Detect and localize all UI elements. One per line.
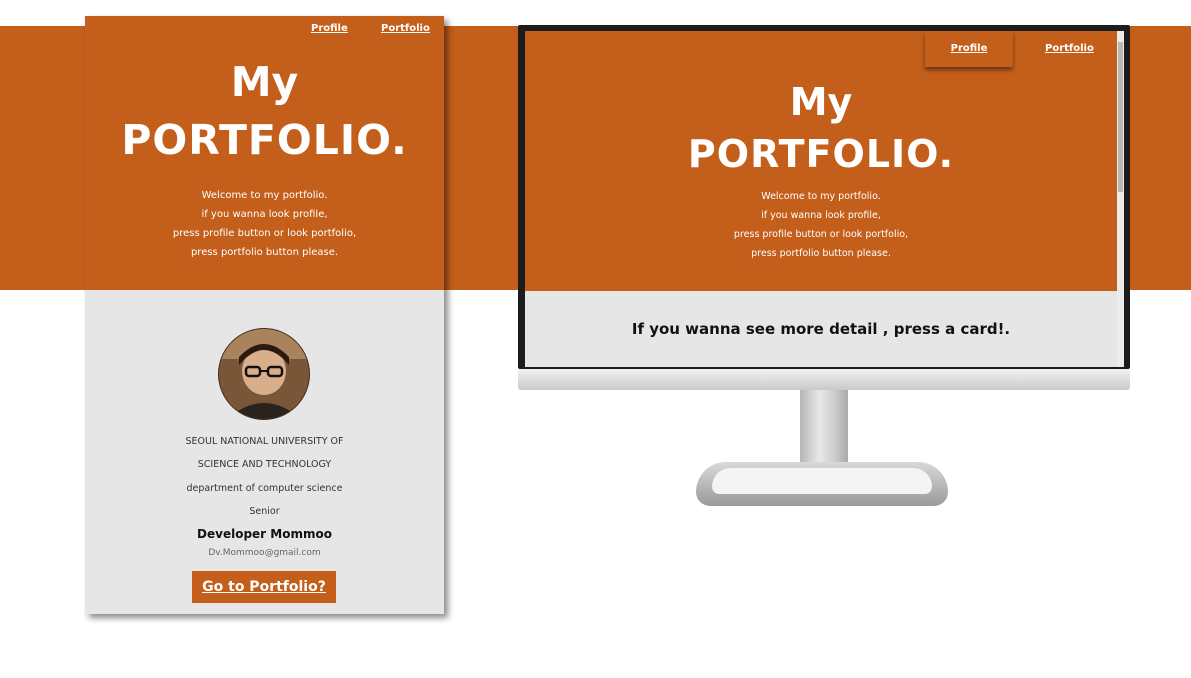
- mobile-title-my: My: [230, 58, 299, 106]
- desktop-nav-portfolio[interactable]: Portfolio: [1045, 43, 1094, 54]
- desktop-preview-screen: Profile Portfolio My PORTFOLIO. Welcome …: [525, 31, 1117, 367]
- go-to-portfolio-button[interactable]: Go to Portfolio?: [192, 571, 336, 603]
- mobile-hero: Profile Portfolio My PORTFOLIO. Welcome …: [85, 16, 444, 290]
- school-line-1: SEOUL NATIONAL UNIVERSITY OF: [185, 436, 344, 447]
- monitor-base-inner: [712, 468, 932, 494]
- school-line-2: SCIENCE AND TECHNOLOGY: [197, 459, 332, 470]
- desktop-title-my: My: [789, 80, 853, 124]
- welcome-line: press portfolio button please.: [190, 247, 339, 258]
- welcome-line: press profile button or look portfolio,: [172, 228, 357, 239]
- desktop-welcome-text: Welcome to my portfolio. if you wanna lo…: [525, 187, 1117, 263]
- mobile-nav-portfolio[interactable]: Portfolio: [381, 23, 430, 34]
- welcome-line: Welcome to my portfolio.: [201, 190, 328, 201]
- welcome-line: if you wanna look profile,: [201, 209, 328, 220]
- department-text: department of computer science: [186, 483, 343, 494]
- avatar: [218, 328, 310, 420]
- welcome-line: if you wanna look profile,: [761, 210, 881, 221]
- mobile-title-portfolio: PORTFOLIO.: [121, 116, 408, 164]
- desktop-hero: Profile Portfolio My PORTFOLIO. Welcome …: [525, 31, 1117, 291]
- grade-text: Senior: [249, 506, 280, 517]
- detail-prompt-text: If you wanna see more detail , press a c…: [631, 320, 1011, 338]
- welcome-line: press portfolio button please.: [751, 248, 891, 259]
- mobile-preview: Profile Portfolio My PORTFOLIO. Welcome …: [85, 16, 444, 614]
- email-text: Dv.Mommoo@gmail.com: [208, 548, 321, 558]
- scrollbar-thumb[interactable]: [1118, 42, 1123, 192]
- desktop-nav-profile[interactable]: Profile: [925, 31, 1013, 67]
- mobile-nav-profile[interactable]: Profile: [311, 23, 348, 34]
- user-photo-icon: [219, 329, 309, 419]
- welcome-line: Welcome to my portfolio.: [761, 191, 881, 202]
- welcome-line: press profile button or look portfolio,: [733, 229, 909, 240]
- developer-name: Developer Mommoo: [197, 527, 332, 541]
- mobile-welcome-text: Welcome to my portfolio. if you wanna lo…: [85, 186, 444, 262]
- monitor-chin: [518, 369, 1130, 390]
- desktop-title-portfolio: PORTFOLIO.: [687, 132, 955, 176]
